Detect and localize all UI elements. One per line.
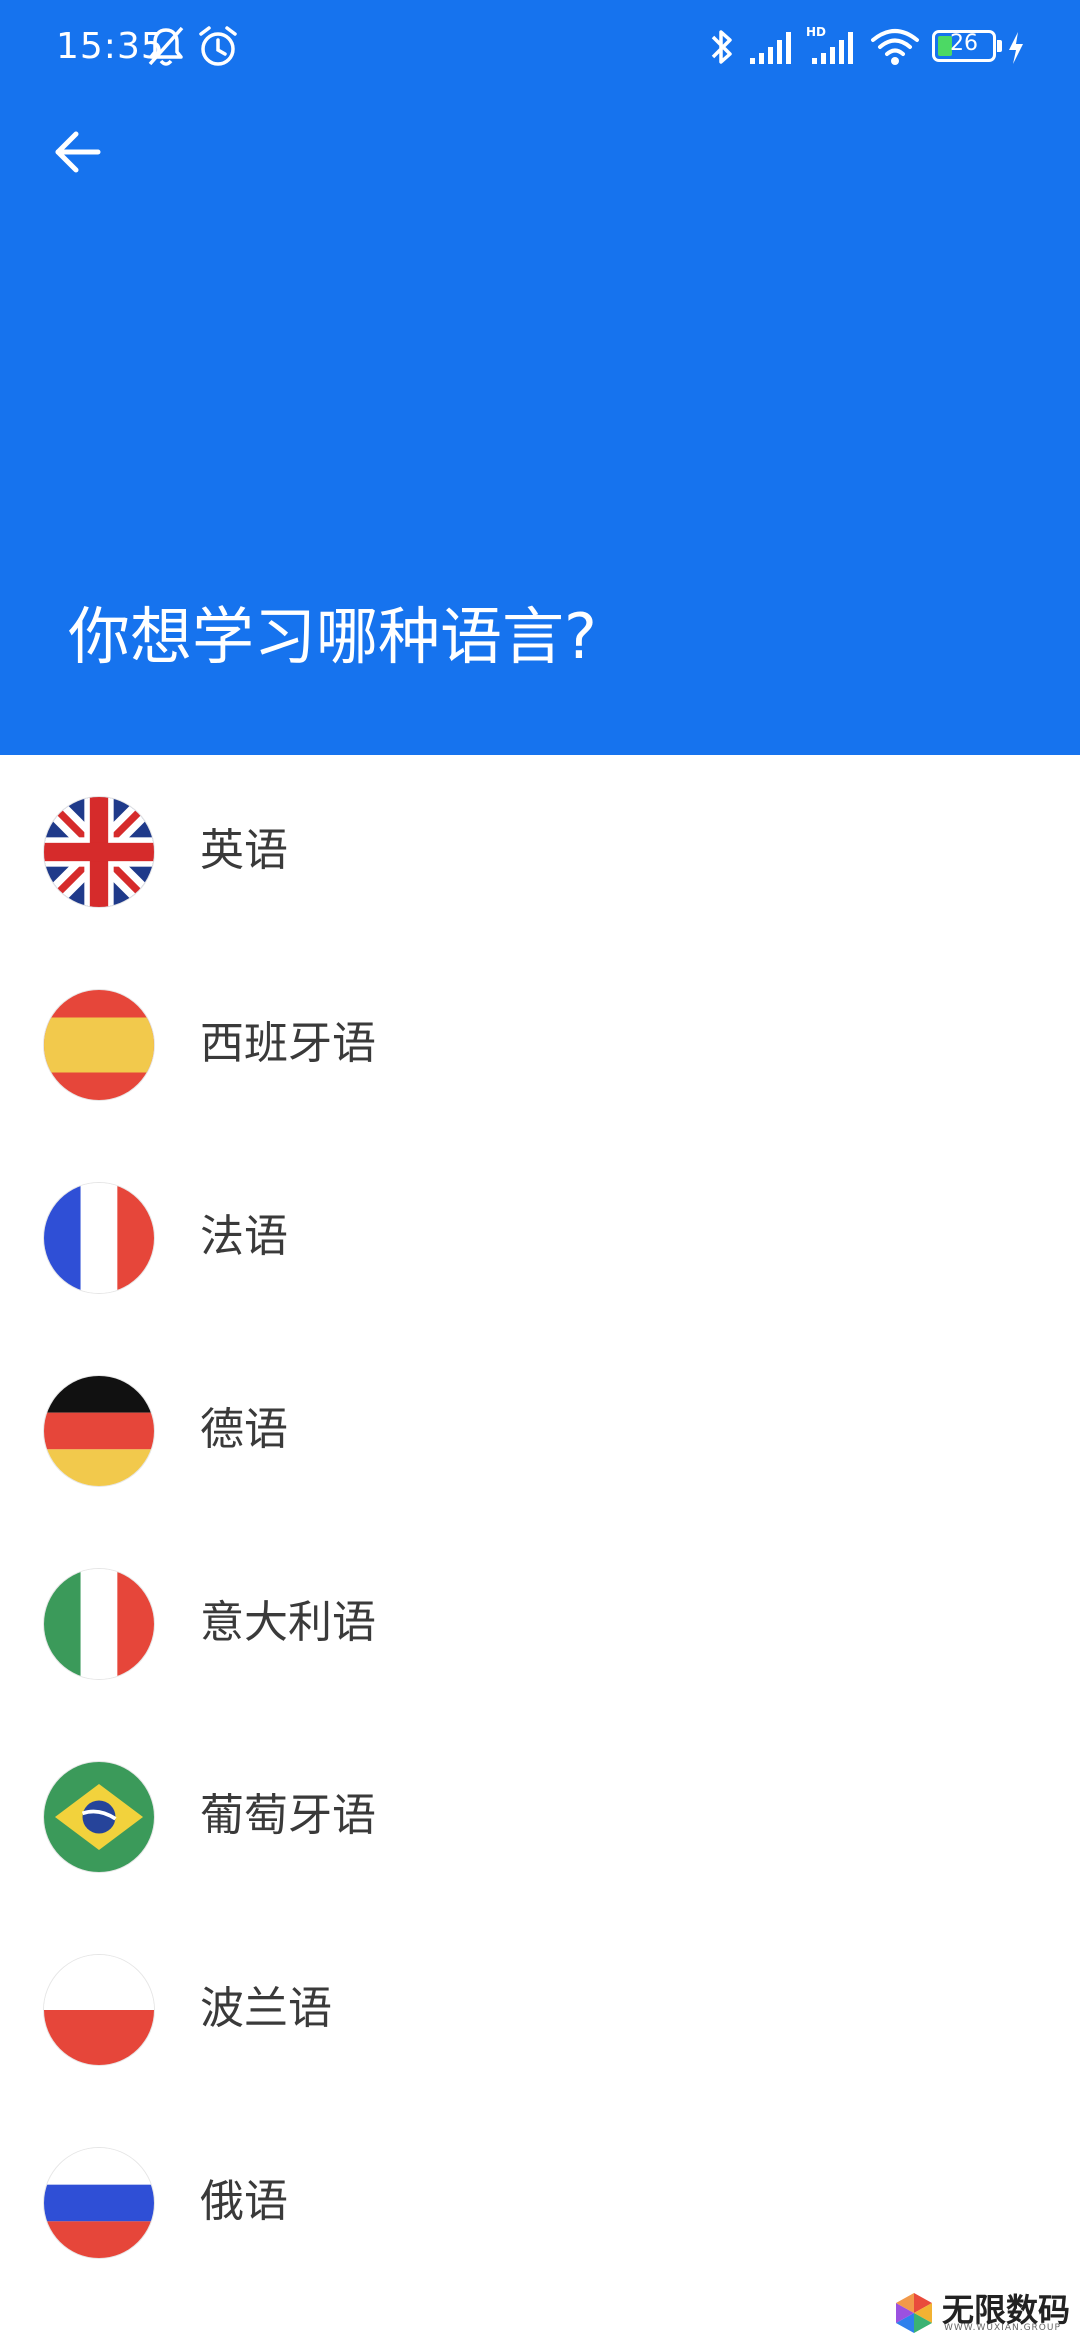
language-list: 英语 西班牙语 法语 德语 意大利语 葡萄牙语 波兰语 俄语 xyxy=(0,755,1080,2299)
language-label: 英语 xyxy=(200,825,288,876)
watermark-logo-icon xyxy=(896,2293,932,2333)
italy-flag-icon xyxy=(44,1569,154,1679)
battery-level: 26 xyxy=(950,31,978,56)
poland-flag-icon xyxy=(44,1955,154,2065)
svg-text:HD: HD xyxy=(806,25,826,39)
russia-flag-icon xyxy=(44,2148,154,2258)
language-label: 西班牙语 xyxy=(200,1018,376,1069)
signal-icon xyxy=(750,32,791,64)
alarm-icon xyxy=(199,26,237,66)
language-item-italian[interactable]: 意大利语 xyxy=(0,1527,1080,1720)
language-label: 法语 xyxy=(200,1211,288,1262)
arrow-left-icon xyxy=(55,131,101,173)
battery-icon: 26 xyxy=(932,30,996,62)
charging-icon xyxy=(1009,32,1023,64)
watermark-subtext: WWW.WUXIAN.GROUP xyxy=(944,2323,1061,2333)
language-item-spanish[interactable]: 西班牙语 xyxy=(0,948,1080,1141)
bell-off-icon xyxy=(148,26,184,66)
language-item-polish[interactable]: 波兰语 xyxy=(0,1913,1080,2106)
language-item-portuguese[interactable]: 葡萄牙语 xyxy=(0,1720,1080,1913)
watermark: 无限数码 WWW.WUXIAN.GROUP xyxy=(888,2285,1078,2337)
header: 15:35 HD 26 你想学习哪种语言? xyxy=(0,0,1080,755)
language-item-german[interactable]: 德语 xyxy=(0,1334,1080,1527)
uk-flag-icon xyxy=(44,797,154,907)
language-label: 意大利语 xyxy=(200,1597,376,1648)
page-title: 你想学习哪种语言? xyxy=(68,600,597,673)
france-flag-icon xyxy=(44,1183,154,1293)
language-item-russian[interactable]: 俄语 xyxy=(0,2106,1080,2299)
language-label: 葡萄牙语 xyxy=(200,1790,376,1841)
hd-signal-icon: HD xyxy=(806,25,853,64)
language-label: 德语 xyxy=(200,1404,288,1455)
brazil-flag-icon xyxy=(44,1762,154,1872)
language-label: 波兰语 xyxy=(200,1983,332,2034)
spain-flag-icon xyxy=(44,990,154,1100)
back-button[interactable] xyxy=(40,112,120,192)
wifi-icon xyxy=(871,29,919,65)
language-item-english[interactable]: 英语 xyxy=(0,755,1080,948)
bluetooth-icon xyxy=(711,30,732,64)
germany-flag-icon xyxy=(44,1376,154,1486)
language-label: 俄语 xyxy=(200,2176,288,2227)
language-item-french[interactable]: 法语 xyxy=(0,1141,1080,1334)
status-bar: 15:35 HD 26 xyxy=(0,0,1080,100)
